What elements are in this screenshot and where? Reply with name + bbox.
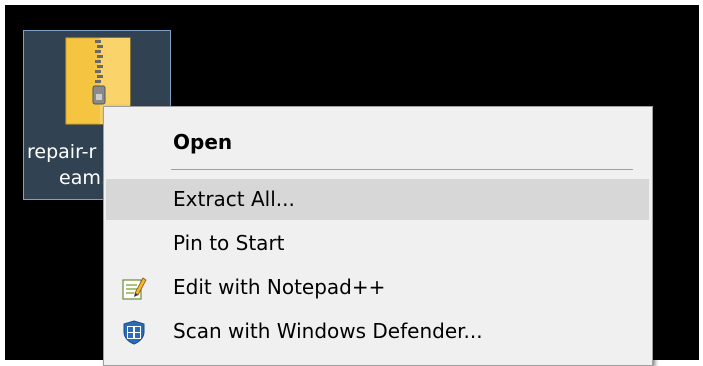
menu-item-label: Extract All... bbox=[173, 187, 295, 211]
context-menu: Open Extract All... Pin to Start Edit wi… bbox=[103, 106, 653, 366]
menu-item-scan-with-defender[interactable]: Scan with Windows Defender... bbox=[106, 311, 649, 352]
menu-item-label: Edit with Notepad++ bbox=[173, 275, 386, 299]
menu-item-edit-with-notepad[interactable]: Edit with Notepad++ bbox=[106, 267, 649, 308]
notepad-plus-plus-icon bbox=[121, 275, 147, 301]
screen: repair-r eam. Open Extract All... Pin to… bbox=[0, 0, 703, 366]
menu-item-label: Open bbox=[173, 130, 233, 154]
menu-item-pin-to-start[interactable]: Pin to Start bbox=[106, 223, 649, 264]
menu-item-open[interactable]: Open bbox=[106, 122, 649, 163]
windows-defender-icon bbox=[121, 319, 147, 345]
menu-item-label: Pin to Start bbox=[173, 231, 285, 255]
menu-item-extract-all[interactable]: Extract All... bbox=[106, 179, 649, 220]
menu-separator bbox=[171, 169, 633, 170]
menu-item-label: Scan with Windows Defender... bbox=[173, 319, 483, 343]
